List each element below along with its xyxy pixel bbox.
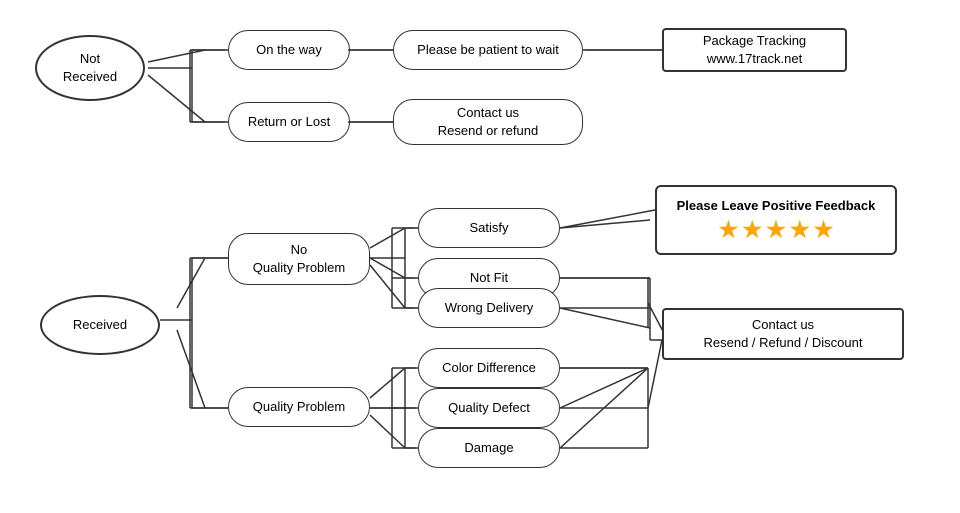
star-3: ★ bbox=[766, 217, 786, 243]
feedback-label: Please Leave Positive Feedback bbox=[677, 198, 876, 213]
package-tracking-node: Package Tracking www.17track.net bbox=[662, 28, 847, 72]
star-2: ★ bbox=[742, 217, 762, 243]
not-received-node: Not Received bbox=[35, 35, 145, 101]
color-difference-node: Color Difference bbox=[418, 348, 560, 388]
contact-us-resend-node: Contact us Resend or refund bbox=[393, 99, 583, 145]
star-4: ★ bbox=[790, 217, 810, 243]
feedback-box: Please Leave Positive Feedback ★ ★ ★ ★ ★ bbox=[655, 185, 897, 255]
quality-problem-node: Quality Problem bbox=[228, 387, 370, 427]
no-quality-problem-node: No Quality Problem bbox=[228, 233, 370, 285]
star-5: ★ bbox=[814, 217, 834, 243]
return-or-lost-node: Return or Lost bbox=[228, 102, 350, 142]
star-1: ★ bbox=[719, 217, 739, 243]
wrong-delivery-node: Wrong Delivery bbox=[418, 288, 560, 328]
stars-container: ★ ★ ★ ★ ★ bbox=[719, 217, 834, 243]
quality-defect-node: Quality Defect bbox=[418, 388, 560, 428]
please-be-patient-node: Please be patient to wait bbox=[393, 30, 583, 70]
contact-us-refund-node: Contact us Resend / Refund / Discount bbox=[662, 308, 904, 360]
damage-node: Damage bbox=[418, 428, 560, 468]
received-node: Received bbox=[40, 295, 160, 355]
satisfy-node: Satisfy bbox=[418, 208, 560, 248]
on-the-way-node: On the way bbox=[228, 30, 350, 70]
